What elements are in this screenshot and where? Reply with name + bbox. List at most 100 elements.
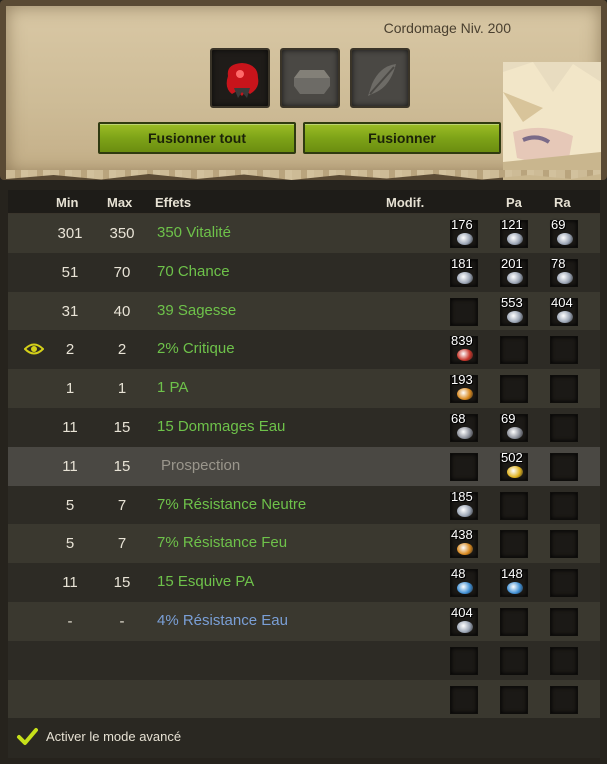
- rune-slot-pa[interactable]: [500, 530, 528, 559]
- rune-slot-ra[interactable]: 69: [550, 217, 578, 248]
- effect-label: 7% Résistance Feu: [157, 534, 288, 552]
- job-level-label: Cordomage Niv. 200: [383, 20, 511, 36]
- rune-slot-base[interactable]: 181: [450, 256, 478, 287]
- table-row[interactable]: 1 1 1 PA 193: [8, 369, 600, 409]
- table-row[interactable]: 51 70 70 Chance 181 201 78: [8, 252, 600, 292]
- col-ra: Ra: [554, 195, 571, 210]
- rune-slot-ra[interactable]: [550, 452, 578, 481]
- item-slot[interactable]: [210, 48, 270, 108]
- rune-slot-pa[interactable]: [500, 646, 528, 675]
- rune-slot-pa[interactable]: [500, 336, 528, 365]
- rune-count: 148: [501, 566, 523, 582]
- col-pa: Pa: [506, 195, 522, 210]
- rune-count: 404: [551, 294, 573, 310]
- table-row[interactable]: 11 15 15 Dommages Eau 68 69: [8, 408, 600, 447]
- effect-label: 2% Critique: [157, 340, 235, 358]
- max-value: 15: [113, 457, 131, 475]
- effect-label: 7% Résistance Neutre: [157, 495, 307, 513]
- eye-icon[interactable]: [24, 342, 44, 356]
- rune-slot-base[interactable]: [450, 646, 478, 675]
- rune-slot-ra[interactable]: [550, 530, 578, 559]
- runes-table: Min Max Effets Modif. Pa Ra 301 350 350 Vi…: [8, 190, 600, 719]
- rune-slot-base[interactable]: 193: [450, 372, 478, 404]
- rune-slot-pa[interactable]: 502: [500, 450, 528, 481]
- rune-icon: [507, 233, 523, 245]
- rune-slot-icon: [294, 70, 330, 94]
- rune-slot-base[interactable]: [450, 452, 478, 481]
- rune-count: 69: [551, 217, 566, 232]
- col-min: Min: [56, 195, 79, 210]
- rune-slot-pa[interactable]: 121: [500, 217, 528, 248]
- max-value: 15: [113, 419, 131, 436]
- rune-slot-pa[interactable]: 148: [500, 566, 528, 598]
- rune-slot-base[interactable]: 68: [450, 411, 478, 442]
- table-row[interactable]: 5 7 7% Résistance Neutre 185: [8, 485, 600, 525]
- rune-count: 78: [551, 255, 566, 271]
- rune-slot-ra[interactable]: [550, 414, 578, 442]
- table-row[interactable]: [8, 679, 600, 719]
- rune-icon: [457, 504, 473, 517]
- rune-icon: [457, 621, 473, 633]
- rune-slot-ra[interactable]: [550, 608, 578, 636]
- rune-icon: [457, 582, 473, 595]
- rune-slot-base[interactable]: [450, 685, 478, 714]
- effect-label: 15 Esquive PA: [157, 573, 255, 591]
- table-row[interactable]: 2 2 2% Critique 839: [8, 330, 600, 370]
- rune-slot-ra[interactable]: [550, 646, 578, 675]
- effect-label: 4% Résistance Eau: [157, 612, 288, 629]
- rune-slot-base[interactable]: 438: [450, 527, 478, 559]
- table-row[interactable]: 5 7 7% Résistance Feu 438: [8, 524, 600, 564]
- min-value: 31: [61, 302, 79, 320]
- fuse-button[interactable]: Fusionner: [303, 122, 501, 154]
- rune-count: 48: [451, 566, 466, 582]
- forge-panel: Cordomage Niv. 200 Fusionner tout Fusion…: [0, 0, 607, 180]
- rune-icon: [457, 271, 473, 284]
- rune-slot-ra[interactable]: [550, 569, 578, 598]
- rune-slot-ra[interactable]: [550, 685, 578, 714]
- rune-slot-pa[interactable]: 201: [500, 256, 528, 287]
- effect-label: 1 PA: [157, 379, 189, 397]
- rune-slot-ra[interactable]: 404: [550, 294, 578, 326]
- character-portrait: [503, 62, 601, 180]
- rune-slot-ra[interactable]: [550, 336, 578, 365]
- rune-icon: [507, 465, 523, 478]
- feather-slot[interactable]: [350, 48, 410, 108]
- rune-slot-pa[interactable]: [500, 375, 528, 404]
- rune-slot-base[interactable]: 176: [450, 217, 478, 248]
- rune-icon: [557, 271, 573, 284]
- signature-rune-slot[interactable]: [280, 48, 340, 108]
- advanced-mode-checkbox[interactable]: [16, 726, 38, 748]
- rune-slot-base[interactable]: 185: [450, 488, 478, 520]
- table-row[interactable]: 31 40 39 Sagesse 553 404: [8, 291, 600, 331]
- rune-slot-pa[interactable]: 553: [500, 294, 528, 326]
- rune-icon: [457, 388, 473, 401]
- min-value: 11: [62, 419, 78, 436]
- table-row[interactable]: 11 15 Prospection 502: [8, 446, 600, 486]
- table-row[interactable]: 11 15 15 Esquive PA 48 148: [8, 563, 600, 603]
- rune-count: 553: [501, 294, 523, 310]
- rune-slot-pa[interactable]: 69: [500, 411, 528, 442]
- rune-count: 121: [501, 217, 523, 232]
- table-row[interactable]: 301 350 350 Vitalité 176 121 69: [8, 214, 600, 253]
- rune-count: 185: [451, 488, 473, 504]
- fuse-all-button[interactable]: Fusionner tout: [98, 122, 296, 154]
- rune-slot-base[interactable]: 839: [450, 333, 478, 365]
- table-row[interactable]: [8, 640, 600, 680]
- rune-slot-ra[interactable]: [550, 375, 578, 404]
- red-item-icon: [226, 63, 259, 98]
- rune-slot-base[interactable]: [450, 297, 478, 326]
- rune-slot-base[interactable]: 48: [450, 566, 478, 598]
- rune-icon: [507, 271, 523, 284]
- max-value: -: [119, 613, 125, 630]
- rune-slot-pa[interactable]: [500, 685, 528, 714]
- rune-count: 193: [451, 372, 473, 388]
- table-header: Min Max Effets Modif. Pa Ra: [8, 190, 600, 214]
- max-value: 70: [113, 263, 131, 281]
- rune-count: 69: [501, 411, 516, 426]
- rune-slot-ra[interactable]: 78: [550, 255, 578, 287]
- rune-slot-pa[interactable]: [500, 608, 528, 636]
- rune-slot-pa[interactable]: [500, 491, 528, 520]
- rune-slot-base[interactable]: 404: [450, 605, 478, 636]
- rune-slot-ra[interactable]: [550, 491, 578, 520]
- table-row[interactable]: - - 4% Résistance Eau 404: [8, 602, 600, 641]
